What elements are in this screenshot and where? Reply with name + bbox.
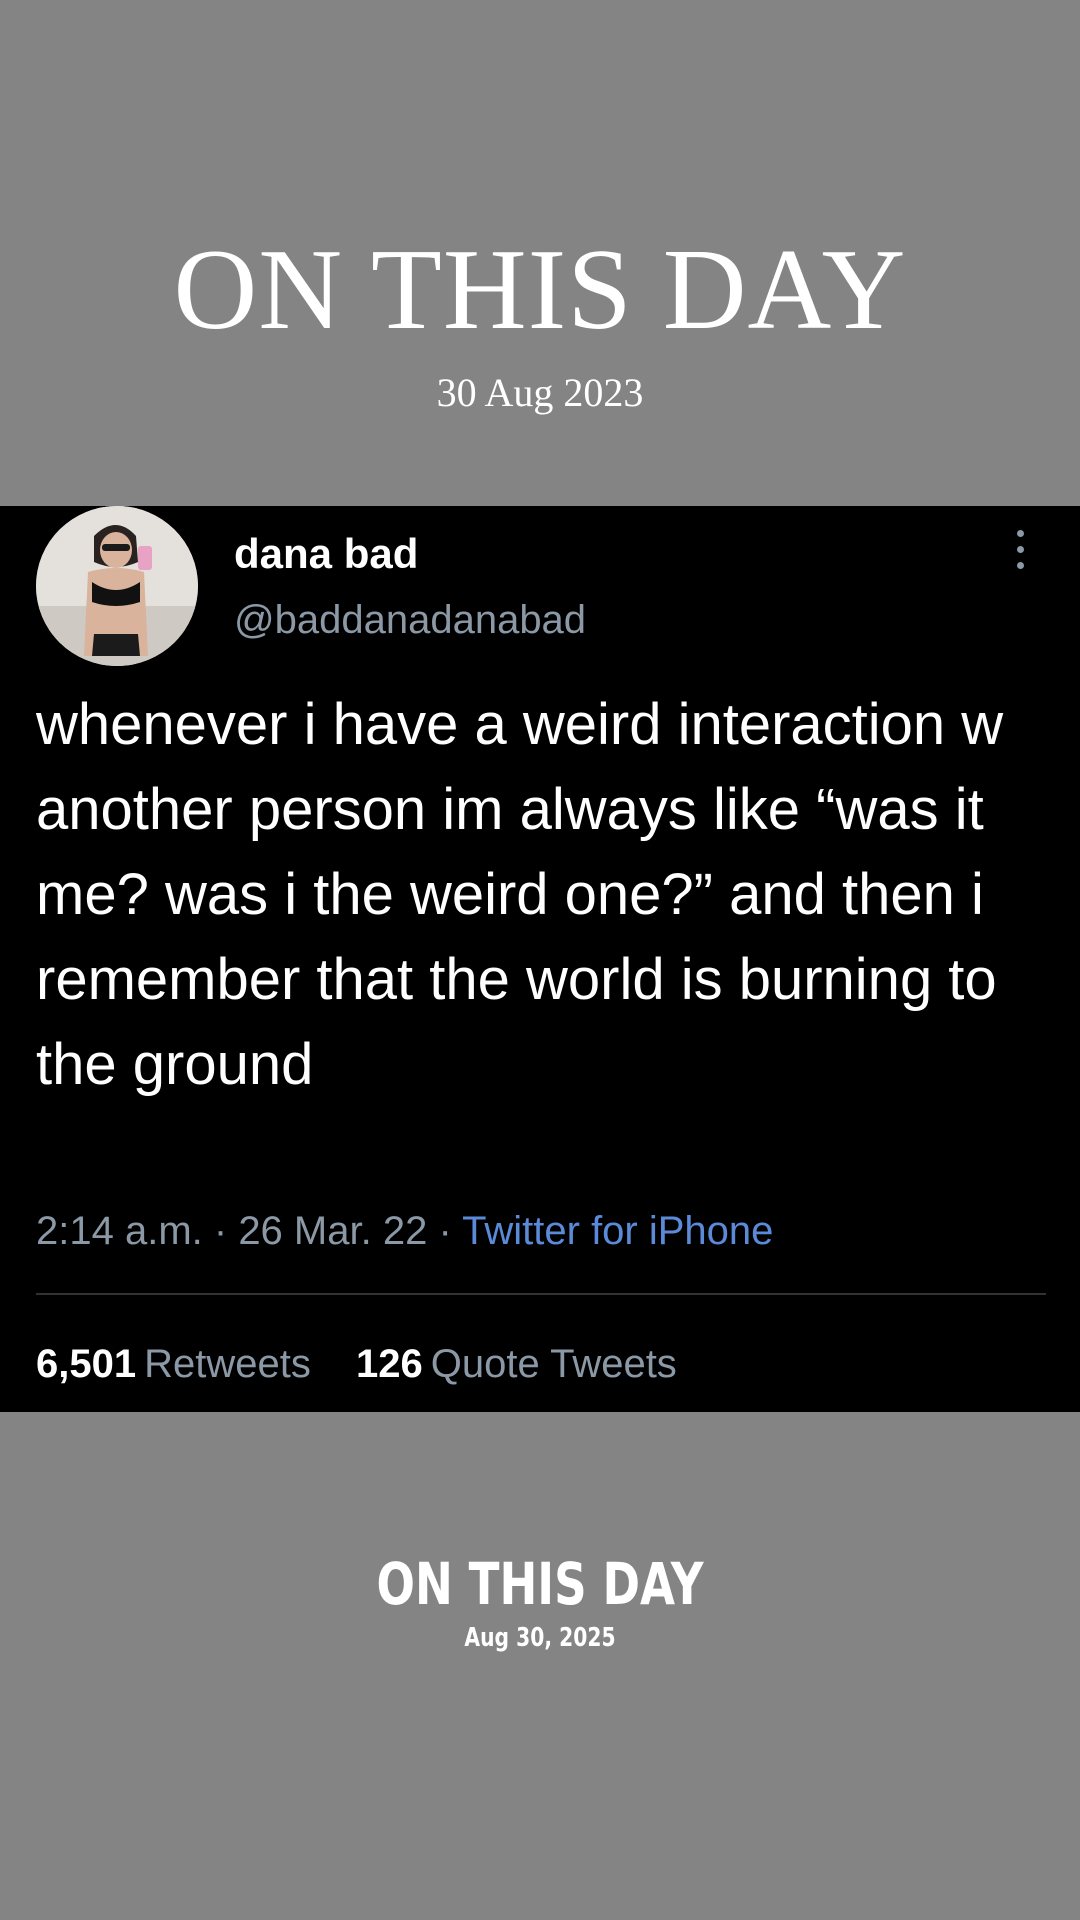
meta-separator: · (202, 1209, 239, 1253)
quote-tweets-count: 126 (355, 1342, 423, 1386)
avatar-image (36, 506, 198, 666)
dot (1016, 562, 1024, 569)
avatar[interactable] (36, 506, 198, 666)
dot (1016, 530, 1024, 537)
footer-title: ON THIS DAY (376, 1550, 704, 1618)
tweet-card[interactable]: dana bad @baddanadanabad whenever i have… (0, 506, 1080, 1412)
more-vertical-icon[interactable] (1000, 530, 1040, 584)
divider (36, 1293, 1046, 1295)
header-date: 30 Aug 2023 (436, 370, 644, 415)
tweet-source-link[interactable]: Twitter for iPhone (462, 1209, 773, 1253)
dot (1016, 546, 1024, 553)
quote-tweets-stat[interactable]: 126 Quote Tweets (356, 1336, 677, 1392)
tweet-date[interactable]: 26 Mar. 22 (238, 1209, 427, 1253)
quote-tweets-label: Quote Tweets (430, 1342, 677, 1386)
tweet-stats: 6,501 Retweets 126 Quote Tweets (36, 1336, 711, 1392)
header-title: ON THIS DAY (173, 226, 907, 354)
footer-date: Aug 30, 2025 (464, 1623, 616, 1653)
meta-separator: · (427, 1209, 463, 1253)
retweets-count: 6,501 (36, 1342, 137, 1386)
top-header: ON THIS DAY 30 Aug 2023 (0, 220, 1080, 418)
tweet-text: whenever i have a weird interaction w an… (36, 692, 1004, 1097)
retweets-stat[interactable]: 6,501 Retweets (36, 1336, 311, 1392)
tweet-meta: 2:14 a.m. · 26 Mar. 22 · Twitter for iPh… (36, 1203, 773, 1259)
display-name[interactable]: dana bad (234, 524, 418, 584)
tweet-time: 2:14 a.m. (36, 1209, 203, 1253)
retweets-label: Retweets (144, 1342, 311, 1386)
user-handle[interactable]: @baddanadanabad (234, 590, 586, 650)
bottom-header: ON THIS DAY Aug 30, 2025 (0, 1548, 1080, 1656)
